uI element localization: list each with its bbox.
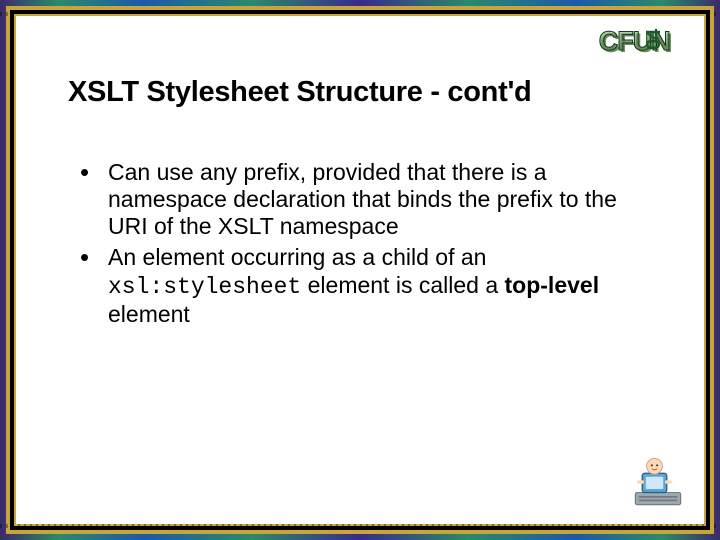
slide-outer-frame: CFUN 04 XSLT Stylesheet Structure - cont… — [0, 0, 720, 540]
mascot-icon — [630, 454, 686, 510]
slide-title: XSLT Stylesheet Structure - cont'd — [68, 76, 658, 109]
logo-year-text: 04 — [643, 30, 666, 50]
bullet-item: An element occurring as a child of an xs… — [80, 244, 658, 327]
cfun-logo: CFUN 04 — [599, 26, 690, 57]
bullet-list: Can use any prefix, provided that there … — [68, 159, 658, 328]
slide-gold-frame: CFUN 04 XSLT Stylesheet Structure - cont… — [6, 6, 714, 534]
slide-content-area: CFUN 04 XSLT Stylesheet Structure - cont… — [14, 14, 706, 526]
bullet-item: Can use any prefix, provided that there … — [80, 159, 658, 240]
